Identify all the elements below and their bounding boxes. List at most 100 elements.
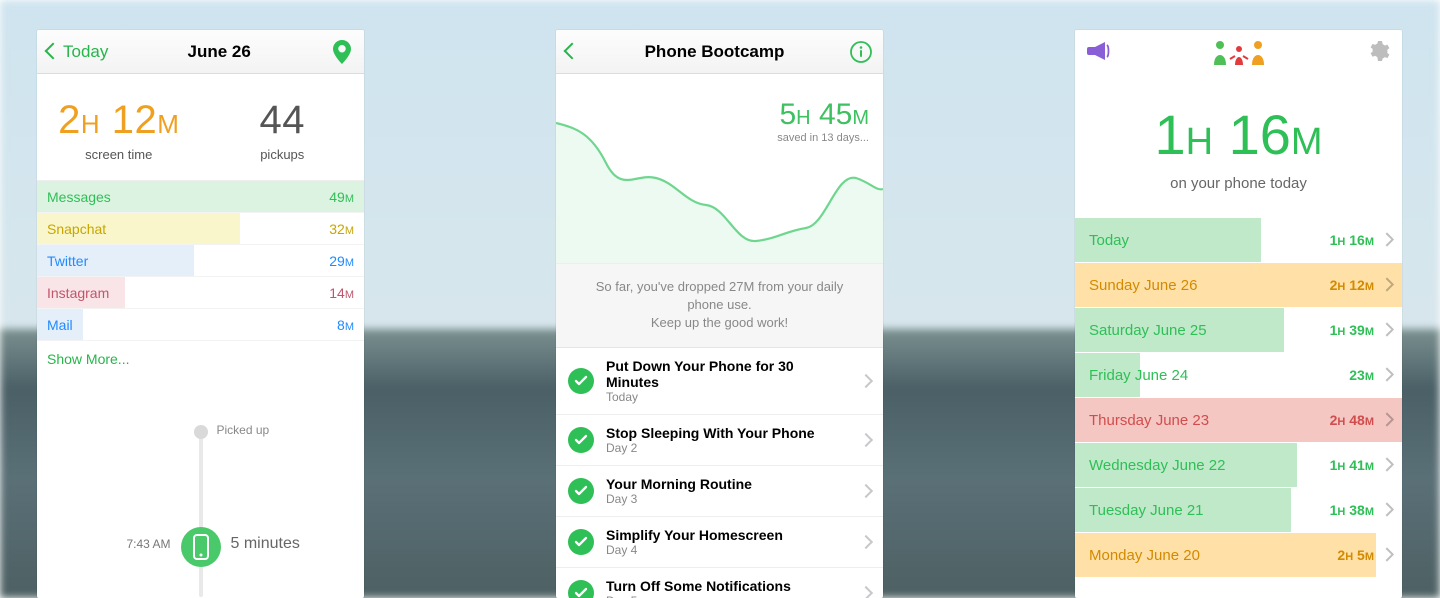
task-row[interactable]: Put Down Your Phone for 30 MinutesToday — [556, 348, 883, 415]
app-row[interactable]: Twitter29M — [37, 245, 364, 277]
app-row[interactable]: Mail 8M — [37, 309, 364, 341]
back-button[interactable] — [566, 42, 580, 62]
blurb-line1: So far, you've dropped 27M from your dai… — [596, 279, 843, 312]
app-name: Snapchat — [47, 213, 106, 244]
chevron-right-icon — [1382, 533, 1392, 578]
screen-bootcamp: Phone Bootcamp 5H 45M saved in 13 days..… — [556, 30, 883, 598]
app-time: 8M — [337, 309, 354, 340]
day-row[interactable]: Wednesday June 22 1H 41M — [1075, 443, 1402, 488]
chevron-right-icon — [1382, 443, 1392, 488]
chevron-right-icon — [1382, 308, 1392, 353]
pickup-start-label: Picked up — [217, 423, 270, 437]
check-icon — [568, 580, 594, 598]
navbar: Phone Bootcamp — [556, 30, 883, 74]
day-name: Tuesday June 21 — [1089, 488, 1204, 533]
task-title: Turn Off Some Notifications — [606, 578, 849, 594]
blurb-line2: Keep up the good work! — [651, 315, 788, 330]
day-name: Monday June 20 — [1089, 533, 1200, 578]
today-hero: 1H 16M on your phone today — [1075, 74, 1402, 218]
screen-today: 1H 16M on your phone today Today1H 16MSu… — [1075, 30, 1402, 598]
chevron-left-icon — [566, 42, 580, 62]
app-time: 49M — [329, 181, 354, 212]
day-row[interactable]: Tuesday June 21 1H 38M — [1075, 488, 1402, 533]
pickups-value: 44 — [201, 98, 365, 143]
day-time: 23M — [1349, 353, 1374, 400]
chevron-right-icon — [861, 432, 871, 448]
navbar: Today June 26 — [37, 30, 364, 74]
task-row[interactable]: Simplify Your HomescreenDay 4 — [556, 517, 883, 568]
app-time: 32M — [329, 213, 354, 244]
today-sub: on your phone today — [1075, 175, 1402, 192]
task-row[interactable]: Stop Sleeping With Your PhoneDay 2 — [556, 415, 883, 466]
day-name: Saturday June 25 — [1089, 308, 1207, 353]
check-icon — [568, 529, 594, 555]
day-name: Friday June 24 — [1089, 353, 1188, 398]
day-row[interactable]: Today1H 16M — [1075, 218, 1402, 263]
day-time: 1H 38M — [1330, 488, 1374, 535]
app-row[interactable]: Snapchat 32M — [37, 213, 364, 245]
pickup-duration: 5 minutes — [231, 535, 300, 553]
chevron-right-icon — [861, 483, 871, 499]
task-subtitle: Day 2 — [606, 441, 849, 455]
task-subtitle: Day 3 — [606, 492, 849, 506]
family-icon[interactable] — [1210, 39, 1268, 65]
info-icon[interactable] — [849, 40, 873, 64]
screen-time-value: 2H 12M — [37, 98, 201, 143]
task-title: Simplify Your Homescreen — [606, 527, 849, 543]
day-row[interactable]: Thursday June 23 2H 48M — [1075, 398, 1402, 443]
app-name: Twitter — [47, 245, 88, 276]
day-time: 1H 41M — [1330, 443, 1374, 490]
day-name: Thursday June 23 — [1089, 398, 1209, 443]
chevron-right-icon — [861, 373, 871, 389]
chevron-left-icon — [47, 42, 61, 62]
chevron-right-icon — [1382, 263, 1392, 308]
chevron-right-icon — [861, 585, 871, 598]
task-subtitle: Day 5 — [606, 594, 849, 598]
day-time: 1H 39M — [1330, 308, 1374, 355]
stats-row: 2H 12M screen time 44 pickups — [37, 74, 364, 180]
pickups-stat: 44 pickups — [201, 98, 365, 162]
page-title: Phone Bootcamp — [645, 42, 785, 62]
task-subtitle: Day 4 — [606, 543, 849, 557]
task-title: Put Down Your Phone for 30 Minutes — [606, 358, 849, 390]
app-time: 14M — [329, 277, 354, 308]
bootcamp-chart: 5H 45M saved in 13 days... — [556, 74, 883, 264]
history-list: Today1H 16MSunday June 262H 12MSaturday … — [1075, 218, 1402, 578]
day-time: 2H 12M — [1330, 263, 1374, 310]
megaphone-icon[interactable] — [1087, 41, 1111, 64]
check-icon — [568, 368, 594, 394]
chevron-right-icon — [1382, 398, 1392, 443]
chevron-right-icon — [1382, 218, 1392, 263]
day-name: Sunday June 26 — [1089, 263, 1197, 308]
day-row[interactable]: Sunday June 26 2H 12M — [1075, 263, 1402, 308]
gear-icon[interactable] — [1366, 39, 1390, 66]
pickups-label: pickups — [201, 147, 365, 162]
task-row[interactable]: Your Morning RoutineDay 3 — [556, 466, 883, 517]
check-icon — [568, 427, 594, 453]
app-name: Mail — [47, 309, 73, 340]
day-row[interactable]: Friday June 24 23M — [1075, 353, 1402, 398]
today-time: 1H 16M — [1075, 102, 1402, 167]
task-row[interactable]: Turn Off Some NotificationsDay 5 — [556, 568, 883, 598]
back-button[interactable]: Today — [47, 42, 108, 62]
chevron-right-icon — [1382, 353, 1392, 398]
app-row[interactable]: Messages 49M — [37, 181, 364, 213]
app-name: Messages — [47, 181, 111, 212]
pickup-event-icon[interactable] — [181, 527, 221, 567]
day-row[interactable]: Monday June 202H 5M — [1075, 533, 1402, 578]
pickup-start-dot — [194, 425, 208, 439]
app-row[interactable]: Instagram 14M — [37, 277, 364, 309]
app-usage-list: Messages 49M Snapchat 32MTwitter29MInstagra… — [37, 180, 364, 341]
location-pin-icon[interactable] — [330, 40, 354, 64]
bootcamp-blurb: So far, you've dropped 27M from your dai… — [556, 264, 883, 348]
show-more-link[interactable]: Show More... — [37, 341, 364, 377]
day-row[interactable]: Saturday June 25 1H 39M — [1075, 308, 1402, 353]
chevron-right-icon — [1382, 488, 1392, 533]
day-name: Wednesday June 22 — [1089, 443, 1226, 488]
day-time: 2H 48M — [1330, 398, 1374, 445]
task-title: Stop Sleeping With Your Phone — [606, 425, 849, 441]
pickup-timeline: Picked up 7:43 AM 5 minutes — [37, 377, 364, 577]
line-chart-icon — [556, 113, 883, 263]
app-name: Instagram — [47, 277, 109, 308]
page-title: June 26 — [188, 42, 251, 62]
